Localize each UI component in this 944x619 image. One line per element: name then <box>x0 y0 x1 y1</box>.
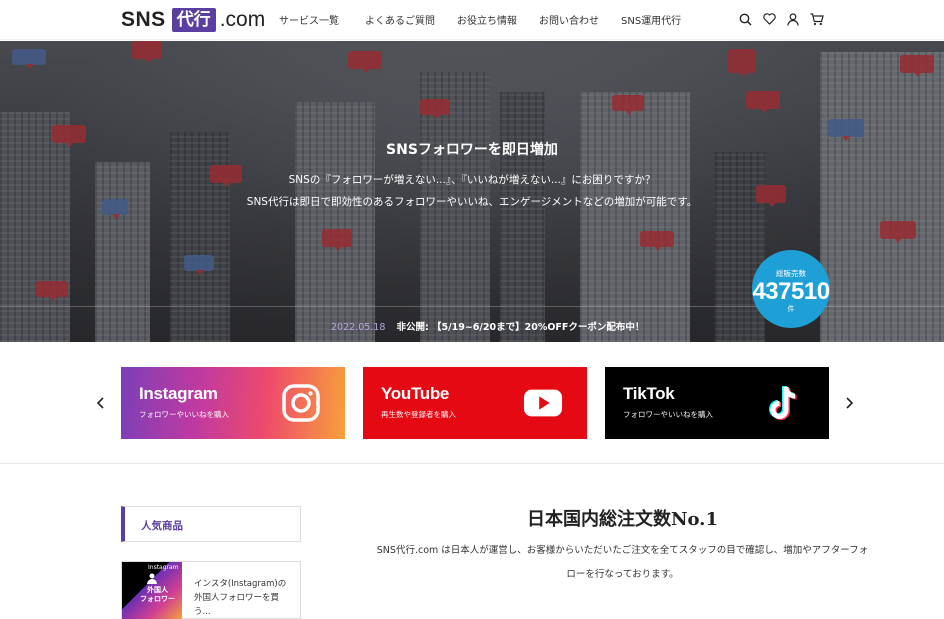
thumb-label: Instagram <box>148 564 179 571</box>
user-icon[interactable] <box>785 11 801 27</box>
hero-description-2: SNS代行は即日で即効性のあるフォロワーやいいね、エンゲージメントなどの増加が可… <box>246 196 698 208</box>
search-icon[interactable] <box>737 11 753 27</box>
logo-dotcom: .com <box>219 8 266 31</box>
nav-faq[interactable]: よくあるご質問 <box>365 12 435 27</box>
counter-unit: 件 <box>787 305 795 313</box>
card-subtitle: フォロワーやいいねを購入 <box>139 410 229 419</box>
user-icon <box>147 573 157 584</box>
heart-icon[interactable] <box>761 11 777 27</box>
hero-banner: SNSフォロワーを即日増加 SNSの『フォロワーが増えない...』、『いいねが増… <box>0 41 944 342</box>
logo-daikou: 代行 <box>171 8 216 32</box>
tiktok-card[interactable]: TikTok フォロワーやいいねを購入 <box>605 367 829 439</box>
hero-description-1: SNSの『フォロワーが増えない...』、『いいねが増えない...』にお困りですか… <box>288 174 656 186</box>
product-thumbnail: Instagram 外国人 フォロワー <box>122 562 182 619</box>
hero-title: SNSフォロワーを即日増加 <box>386 142 558 158</box>
card-subtitle: フォロワーやいいねを購入 <box>623 410 713 419</box>
header-icons <box>737 11 833 27</box>
thumb-caption: 外国人 フォロワー <box>140 586 175 603</box>
service-carousel: Instagram フォロワーやいいねを購入 YouTube 再生数や登録者を購… <box>0 342 944 464</box>
instagram-icon <box>281 383 321 423</box>
logo-sns: SNS <box>121 8 166 31</box>
main-description-1: SNS代行.com は日本人が運営し、お客様からいただいたご注文を全てスタッフの… <box>376 545 869 556</box>
card-title: TikTok <box>623 384 675 403</box>
tiktok-icon <box>765 383 805 423</box>
nav-services[interactable]: サービス一覧 <box>279 12 339 27</box>
sidebar-title: 人気商品 <box>141 520 183 532</box>
counter-value: 437510 <box>752 278 830 305</box>
carousel-next-icon[interactable] <box>843 393 857 413</box>
youtube-card[interactable]: YouTube 再生数や登録者を購入 <box>363 367 587 439</box>
main-nav: サービス一覧 よくあるご質問 お役立ち情報 お問い合わせ SNS運用代行 <box>279 12 703 27</box>
youtube-icon <box>523 383 563 423</box>
nav-sns-operation[interactable]: SNS運用代行 <box>621 12 681 27</box>
popular-product-item[interactable]: Instagram 外国人 フォロワー インスタ(Instagram)の外国人フ… <box>121 561 301 619</box>
card-title: Instagram <box>139 384 218 403</box>
main-description-2: ローを行なっております。 <box>566 569 679 580</box>
card-title: YouTube <box>381 384 450 403</box>
main-heading: 日本国内総注文数No.1 <box>527 509 718 530</box>
nav-contact[interactable]: お問い合わせ <box>539 12 599 27</box>
product-name: インスタ(Instagram)の外国人フォロワーを買う... <box>194 579 287 617</box>
news-link[interactable]: 非公開: 【5/19~6/20まで】20%OFFクーポン配布中！ <box>396 322 644 333</box>
carousel-prev-icon[interactable] <box>93 393 107 413</box>
cart-icon[interactable] <box>809 11 825 27</box>
card-subtitle: 再生数や登録者を購入 <box>381 410 456 419</box>
instagram-card[interactable]: Instagram フォロワーやいいねを購入 <box>121 367 345 439</box>
site-header: SNS 代行 .com サービス一覧 よくあるご質問 お役立ち情報 お問い合わせ… <box>0 0 944 40</box>
news-ticker: 2022.05.18 非公開: 【5/19~6/20まで】20%OFFクーポン配… <box>331 319 644 333</box>
sales-counter-badge: 総販売数 437510 件 <box>752 250 830 328</box>
nav-useful-info[interactable]: お役立ち情報 <box>457 12 517 27</box>
news-date: 2022.05.18 <box>331 322 386 333</box>
site-logo[interactable]: SNS 代行 .com <box>121 7 265 33</box>
popular-products-heading: 人気商品 <box>121 506 301 542</box>
